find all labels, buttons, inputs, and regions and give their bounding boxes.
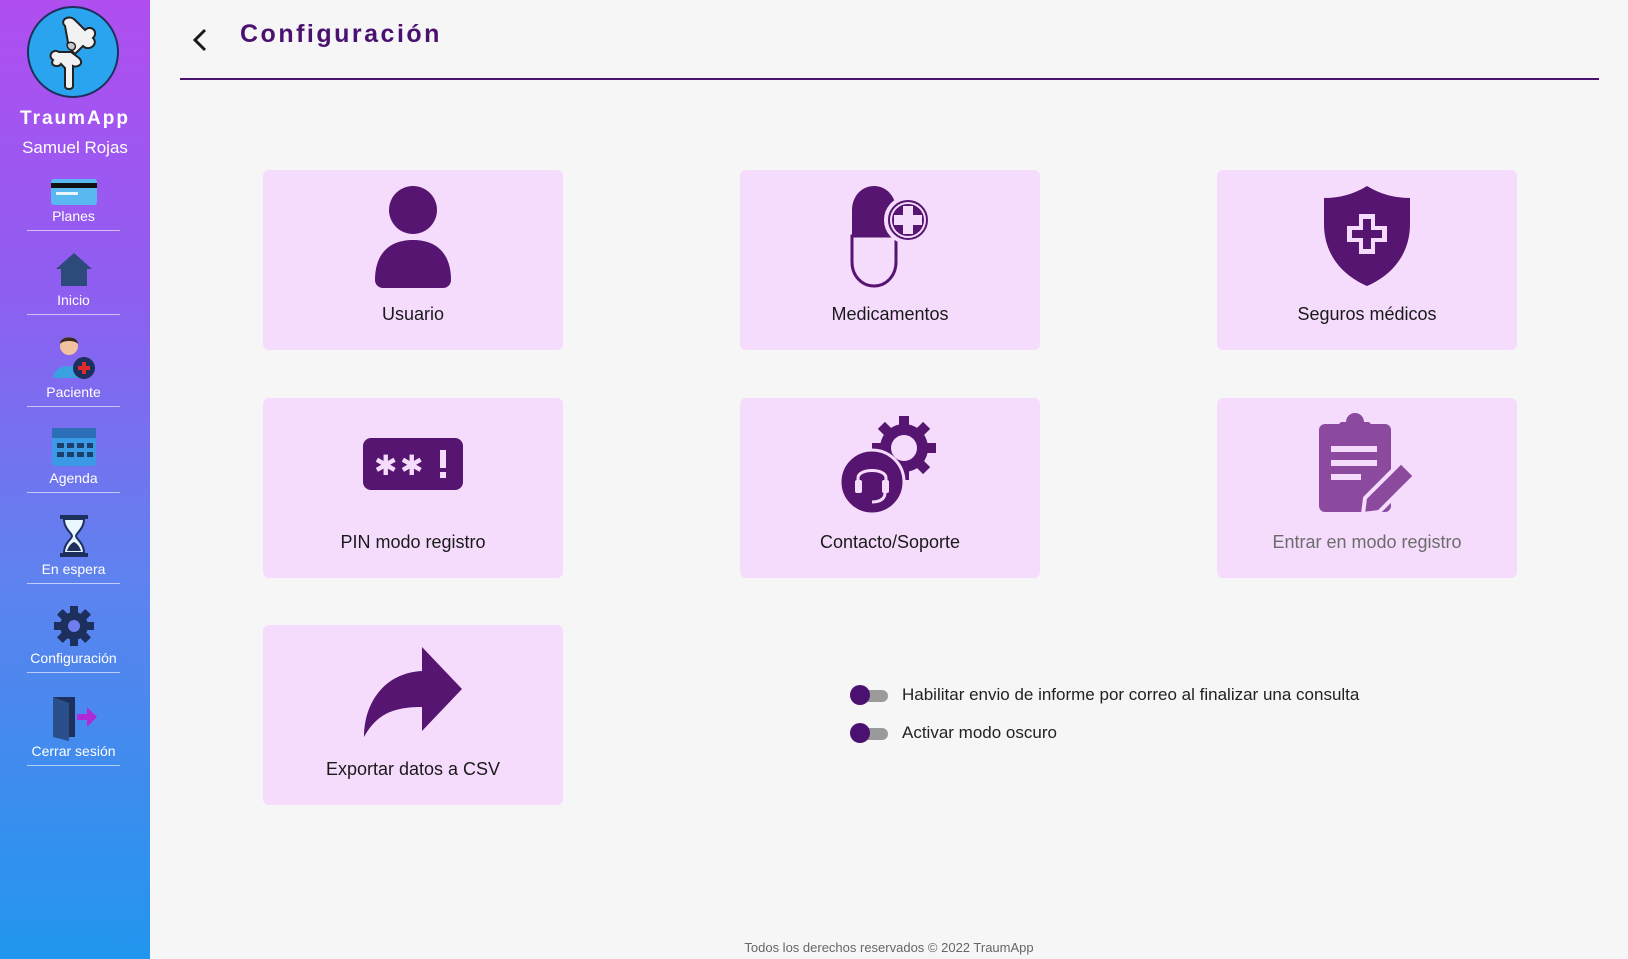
card-label: Contacto/Soporte: [819, 532, 961, 552]
sidebar-item-inicio[interactable]: Inicio: [27, 250, 120, 315]
app-name: TraumApp: [20, 108, 130, 129]
card-label: PIN modo registro: [340, 532, 486, 552]
footer: Todos los derechos reservados © 2022 Tra…: [744, 940, 1034, 955]
credit-card-icon: [50, 179, 97, 205]
sidebar-item-label: Paciente: [46, 384, 101, 400]
card-pin-modo-registro[interactable]: ✱ ✱ PIN modo registro: [263, 398, 563, 578]
sidebar-item-label: Cerrar sesión: [31, 743, 116, 759]
card-exportar-csv[interactable]: Exportar datos a CSV: [263, 625, 563, 805]
user-name: Samuel Rojas: [22, 138, 128, 157]
card-label: Medicamentos: [831, 304, 949, 324]
card-usuario[interactable]: Usuario: [263, 170, 563, 350]
sidebar-item-agenda[interactable]: Agenda: [27, 424, 120, 493]
home-icon: [55, 253, 92, 286]
sidebar-item-label: Agenda: [49, 470, 98, 486]
sidebar-item-planes[interactable]: Planes: [27, 176, 120, 231]
card-label: Usuario: [381, 304, 445, 324]
svg-text:✱: ✱: [400, 449, 423, 482]
sidebar-item-paciente[interactable]: Paciente: [27, 332, 120, 407]
card-contacto-soporte[interactable]: Contacto/Soporte: [740, 398, 1040, 578]
sidebar-item-configuracion[interactable]: Configuración: [27, 604, 120, 673]
logout-icon: [52, 697, 97, 741]
support-gear-icon: [838, 416, 936, 516]
dark-mode-label: Activar modo oscuro: [902, 723, 1057, 742]
app-logo: [27, 6, 119, 98]
dark-mode-toggle[interactable]: [850, 722, 888, 744]
card-seguros-medicos[interactable]: Seguros médicos: [1217, 170, 1517, 350]
card-label: Exportar datos a CSV: [325, 759, 501, 779]
header-divider: [180, 78, 1599, 80]
sidebar-item-label: Planes: [52, 208, 95, 224]
dark-mode-setting: Activar modo oscuro: [850, 721, 1057, 745]
chevron-left-icon: [192, 28, 207, 52]
email-report-setting: Habilitar envio de informe por correo al…: [850, 683, 1359, 707]
sidebar-item-label: En espera: [41, 561, 106, 577]
add-patient-icon: [52, 337, 95, 379]
card-label: Seguros médicos: [1297, 304, 1437, 324]
page-title: Configuración: [240, 20, 442, 48]
shield-plus-icon: [1324, 186, 1410, 286]
clipboard-edit-icon: [1319, 413, 1417, 516]
capsule-plus-icon: [850, 186, 932, 288]
user-icon: [375, 186, 451, 288]
card-label: Entrar en modo registro: [1272, 532, 1462, 552]
sidebar-item-cerrar-sesion[interactable]: Cerrar sesión: [27, 693, 120, 766]
sidebar-item-label: Inicio: [57, 292, 90, 308]
hourglass-icon: [59, 515, 88, 557]
email-report-label: Habilitar envio de informe por correo al…: [902, 685, 1360, 704]
password-pin-icon: ✱ ✱: [363, 438, 463, 490]
card-medicamentos[interactable]: Medicamentos: [740, 170, 1040, 350]
gear-icon: [53, 606, 94, 646]
sidebar-item-label: Configuración: [30, 650, 117, 666]
email-report-toggle[interactable]: [850, 684, 888, 706]
sidebar-item-en-espera[interactable]: En espera: [27, 513, 120, 584]
back-button[interactable]: [185, 20, 215, 60]
svg-text:✱: ✱: [374, 449, 397, 482]
bone-logo-icon: [49, 16, 97, 90]
sidebar: TraumApp Samuel Rojas Planes Inicio Paci…: [0, 0, 150, 959]
calendar-icon: [51, 428, 96, 466]
card-entrar-modo-registro[interactable]: Entrar en modo registro: [1217, 398, 1517, 578]
share-arrow-icon: [364, 647, 462, 737]
